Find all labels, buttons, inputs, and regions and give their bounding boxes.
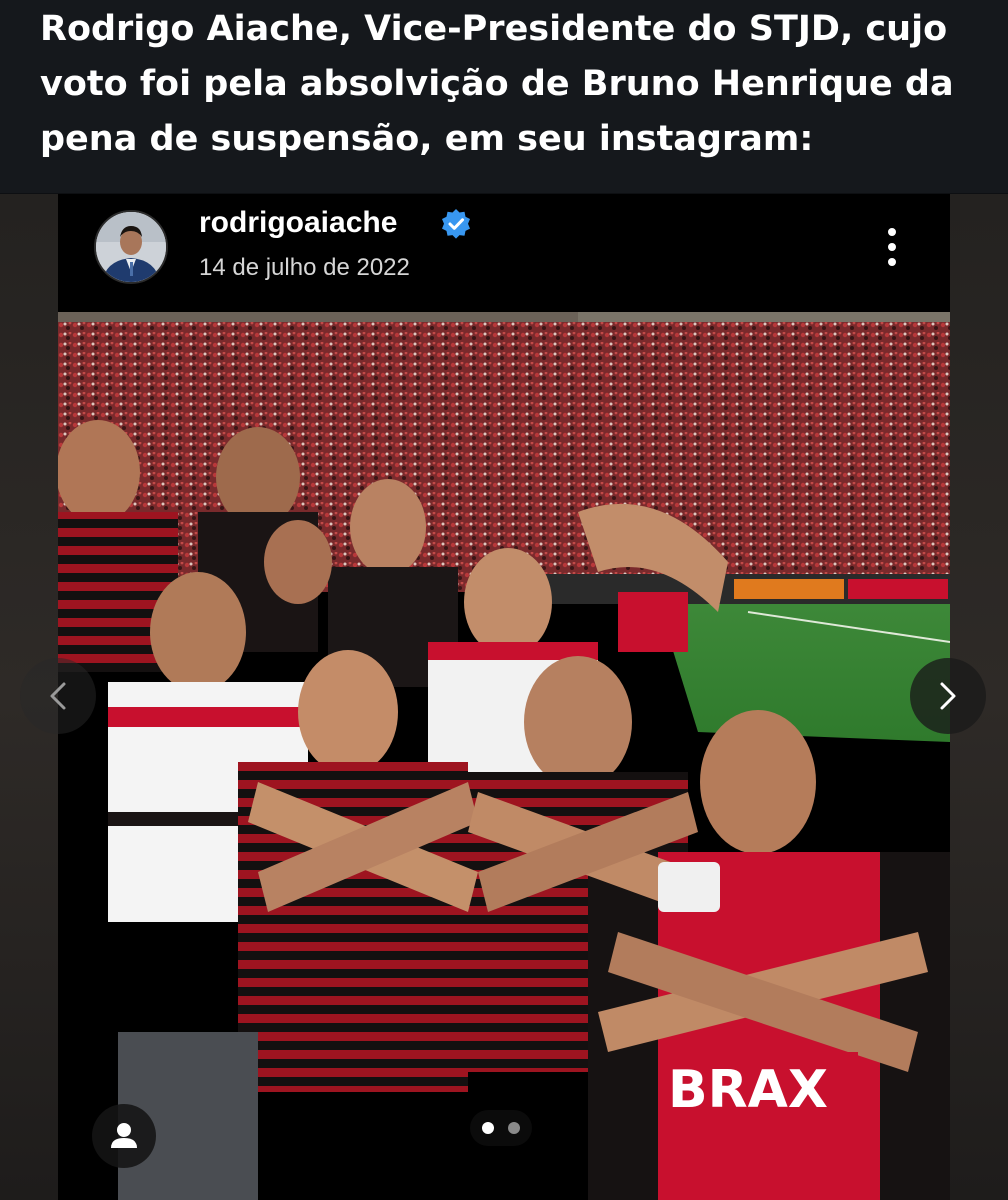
previous-button[interactable] (20, 658, 96, 734)
post-header: rodrigoaiache 14 de julho de 2022 (58, 194, 950, 312)
instagram-post: rodrigoaiache 14 de julho de 2022 BRAX (58, 194, 950, 1200)
user-tag-button[interactable] (92, 1104, 156, 1168)
more-options-icon[interactable] (884, 226, 900, 268)
verified-badge-icon (442, 209, 470, 239)
chevron-right-icon (940, 682, 956, 710)
post-date: 14 de julho de 2022 (199, 254, 410, 281)
user-tag-icon (111, 1123, 137, 1148)
carousel-indicator (470, 1110, 532, 1146)
chevron-left-icon (50, 682, 66, 710)
caption-text: Rodrigo Aiache, Vice-Presidente do STJD,… (40, 9, 954, 159)
carousel-dot-active (482, 1122, 494, 1134)
carousel-dot-inactive (508, 1122, 520, 1134)
avatar-image (96, 212, 166, 282)
post-username[interactable]: rodrigoaiache (199, 206, 397, 240)
stadium-photo: BRAX (58, 312, 950, 1200)
next-button[interactable] (910, 658, 986, 734)
avatar[interactable] (94, 210, 168, 284)
svg-text:BRAX: BRAX (668, 1060, 828, 1120)
caption-banner: Rodrigo Aiache, Vice-Presidente do STJD,… (0, 0, 1008, 193)
post-photo[interactable]: BRAX (58, 312, 950, 1200)
